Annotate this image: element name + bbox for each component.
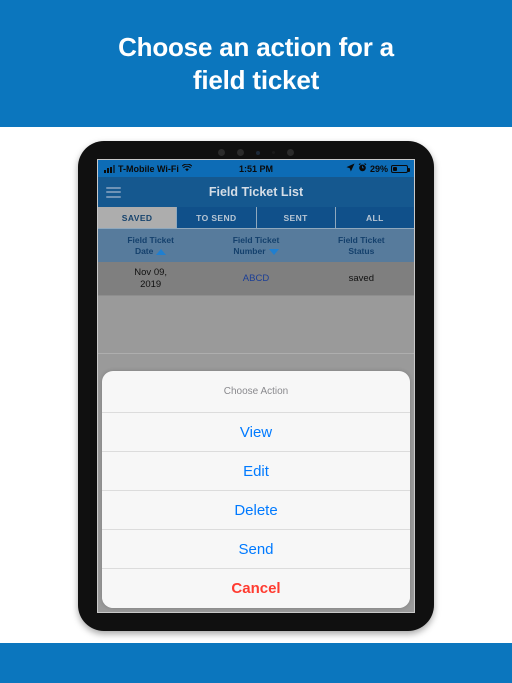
- location-arrow-icon: [346, 163, 355, 174]
- bottom-accent-bar: [0, 643, 512, 683]
- status-bar: T-Mobile Wi-Fi 1:51 PM 29%: [98, 160, 414, 177]
- column-header-field-ticket-status[interactable]: Field Ticket Status: [309, 229, 414, 262]
- microphone-icon: [272, 151, 275, 154]
- table-header-row: Field Ticket Date Field Ticket Number Fi…: [98, 229, 414, 262]
- promo-title: Choose an action for a field ticket: [76, 31, 436, 96]
- speaker-dot-icon: [237, 149, 244, 156]
- app-navbar: Field Ticket List: [98, 177, 414, 207]
- column-header-status-line2: Status: [348, 245, 375, 256]
- status-bar-right: 29%: [346, 163, 410, 174]
- column-header-status-line1: Field Ticket: [338, 234, 385, 245]
- filter-tab-bar: SAVED TO SEND SENT ALL: [98, 207, 414, 229]
- tablet-device: T-Mobile Wi-Fi 1:51 PM 29% Field Ticket …: [78, 141, 434, 631]
- column-header-date-line1: Field Ticket: [127, 234, 174, 245]
- cell-date-line2: 2019: [140, 278, 162, 290]
- alarm-clock-icon: [358, 163, 367, 174]
- caret-up-icon: [156, 248, 167, 255]
- action-send-button[interactable]: Send: [102, 530, 410, 569]
- column-header-number-line1: Field Ticket: [232, 234, 280, 245]
- column-header-field-ticket-date[interactable]: Field Ticket Date: [98, 229, 203, 262]
- caret-down-icon: [268, 248, 279, 255]
- cell-field-ticket-number[interactable]: ABCD: [203, 262, 308, 295]
- tab-to-send[interactable]: TO SEND: [177, 207, 257, 228]
- cell-field-ticket-status: saved: [348, 272, 374, 284]
- cell-field-ticket-date: Nov 09, 2019: [98, 262, 203, 295]
- action-sheet-container: Choose Action View Edit Delete Send Canc…: [98, 371, 414, 612]
- sensor-led-icon: [256, 150, 260, 155]
- action-edit-button[interactable]: Edit: [102, 452, 410, 491]
- action-cancel-button[interactable]: Cancel: [102, 569, 410, 608]
- action-sheet: Choose Action View Edit Delete Send Canc…: [102, 371, 410, 608]
- page-title: Field Ticket List: [208, 185, 304, 199]
- column-header-date-line2: Date: [134, 245, 154, 256]
- device-sensor-row: [78, 147, 434, 158]
- promo-title-line2: field ticket: [192, 64, 320, 95]
- proximity-sensor-icon: [287, 149, 294, 156]
- promo-title-line1: Choose an action for a: [118, 32, 394, 62]
- camera-icon: [218, 149, 225, 156]
- tab-saved[interactable]: SAVED: [98, 207, 178, 228]
- table-empty-area: [98, 296, 414, 354]
- tab-all[interactable]: ALL: [335, 207, 414, 228]
- promo-banner: Choose an action for a field ticket: [0, 0, 512, 127]
- action-sheet-title: Choose Action: [102, 371, 410, 413]
- battery-icon: [391, 164, 410, 173]
- column-header-field-ticket-number[interactable]: Field Ticket Number: [203, 229, 308, 262]
- cell-date-line1: Nov 09,: [134, 267, 168, 279]
- table-row[interactable]: Nov 09, 2019 ABCD saved: [98, 262, 414, 296]
- device-screen: T-Mobile Wi-Fi 1:51 PM 29% Field Ticket …: [97, 159, 415, 613]
- action-delete-button[interactable]: Delete: [102, 491, 410, 530]
- action-view-button[interactable]: View: [102, 413, 410, 452]
- tab-sent[interactable]: SENT: [256, 207, 336, 228]
- column-header-number-line2: Number: [233, 245, 266, 256]
- page-root: Choose an action for a field ticket T-Mo…: [0, 0, 512, 683]
- battery-percent-label: 29%: [369, 163, 388, 174]
